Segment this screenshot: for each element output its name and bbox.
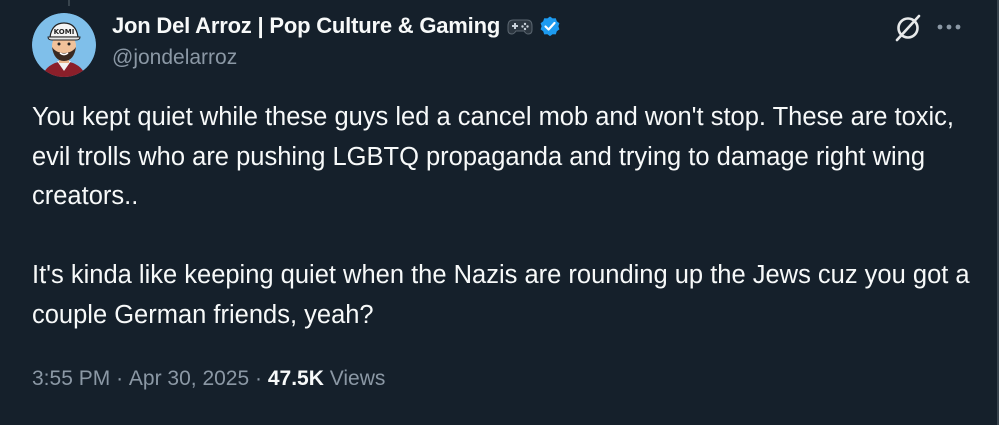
gamepad-icon (507, 16, 533, 36)
verified-badge-icon[interactable] (538, 14, 562, 38)
tweet-paragraph: You kept quiet while these guys led a ca… (32, 103, 955, 210)
tweet-date[interactable]: Apr 30, 2025 (129, 367, 249, 391)
author-display-name[interactable]: Jon Del Arroz | Pop Culture & Gaming (112, 13, 500, 39)
tweet-text: You kept quiet while these guys led a ca… (32, 98, 972, 335)
more-options-icon[interactable] (934, 12, 964, 42)
tweet-meta-row: 3:55 PM · Apr 30, 2025 · 47.5K Views (32, 367, 385, 391)
meta-separator: · (116, 367, 124, 390)
author-handle[interactable]: @jondelarroz (112, 46, 237, 70)
tweet-paragraph: It's kinda like keeping quiet when the N… (32, 261, 970, 329)
avatar-image: KOMI (32, 13, 96, 77)
views-label: Views (329, 367, 386, 390)
tweet-time[interactable]: 3:55 PM (32, 367, 110, 391)
svg-text:KOMI: KOMI (54, 28, 75, 36)
views-count[interactable]: 47.5K (268, 367, 324, 391)
grok-icon[interactable] (893, 13, 923, 43)
thread-connector-line (68, 0, 70, 6)
avatar[interactable]: KOMI (32, 13, 96, 77)
meta-separator: · (255, 367, 263, 390)
author-name-row: Jon Del Arroz | Pop Culture & Gaming (112, 11, 562, 41)
